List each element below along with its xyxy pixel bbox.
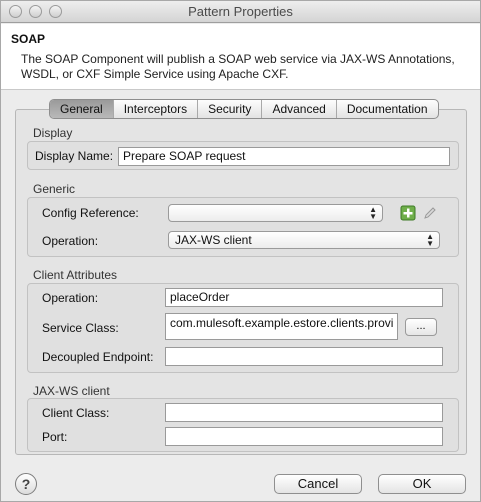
display-name-field[interactable]: Prepare SOAP request <box>118 147 450 166</box>
jaxws-client-section-label: JAX-WS client <box>33 384 110 398</box>
decoupled-endpoint-label: Decoupled Endpoint: <box>42 350 154 364</box>
generic-operation-label: Operation: <box>42 234 99 248</box>
pencil-icon <box>424 207 436 219</box>
client-class-label: Client Class: <box>42 406 110 420</box>
tab-security[interactable]: Security <box>198 100 263 118</box>
display-name-label: Display Name: <box>35 149 114 163</box>
client-operation-field[interactable]: placeOrder <box>165 288 443 307</box>
title-bar: Pattern Properties <box>1 1 480 23</box>
client-class-field[interactable] <box>165 403 443 422</box>
window-title: Pattern Properties <box>188 4 293 19</box>
client-operation-label: Operation: <box>42 291 99 305</box>
generic-operation-select[interactable]: JAX-WS client ▲ ▼ <box>168 231 440 249</box>
decoupled-endpoint-field[interactable] <box>165 347 443 366</box>
display-section-label: Display <box>33 126 73 140</box>
client-attributes-section-label: Client Attributes <box>33 268 118 282</box>
help-button[interactable]: ? <box>15 473 37 495</box>
tab-bar: General Interceptors Security Advanced D… <box>49 99 439 119</box>
updown-arrows-icon: ▲ ▼ <box>426 232 434 248</box>
config-reference-label: Config Reference: <box>42 206 139 220</box>
browse-service-class-button[interactable]: ... <box>405 318 437 336</box>
service-class-label: Service Class: <box>42 321 119 335</box>
tab-interceptors[interactable]: Interceptors <box>114 100 199 118</box>
ok-button[interactable]: OK <box>378 474 466 494</box>
config-reference-select[interactable]: ▲ ▼ <box>168 204 383 222</box>
edit-config-button[interactable] <box>422 205 438 221</box>
add-plus-icon <box>400 205 416 221</box>
tab-general[interactable]: General <box>50 100 114 118</box>
tab-documentation[interactable]: Documentation <box>337 100 438 118</box>
updown-arrows-icon: ▲ ▼ <box>369 205 377 221</box>
cancel-button[interactable]: Cancel <box>274 474 362 494</box>
port-field[interactable] <box>165 427 443 446</box>
dialog-header: SOAP The SOAP Component will publish a S… <box>1 24 480 90</box>
tab-advanced[interactable]: Advanced <box>262 100 337 118</box>
pattern-properties-dialog: Pattern Properties SOAP The SOAP Compone… <box>0 0 481 502</box>
generic-section-label: Generic <box>33 182 76 196</box>
service-class-field[interactable]: com.mulesoft.example.estore.clients.prov… <box>165 313 398 340</box>
add-config-button[interactable] <box>400 205 416 221</box>
header-title: SOAP <box>11 32 46 46</box>
port-label: Port: <box>42 430 68 444</box>
header-description: The SOAP Component will publish a SOAP w… <box>21 52 455 81</box>
generic-operation-value: JAX-WS client <box>175 233 252 247</box>
